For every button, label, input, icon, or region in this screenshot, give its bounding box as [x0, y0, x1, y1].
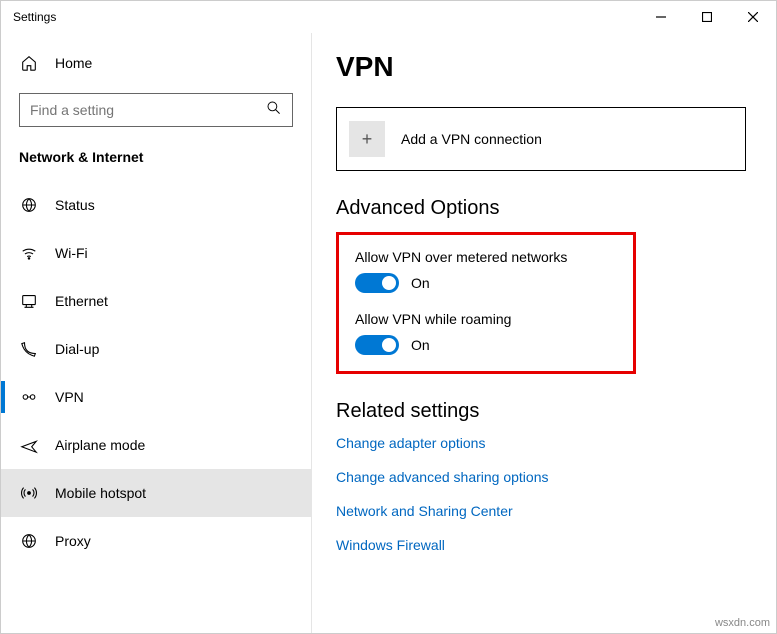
- link-windows-firewall[interactable]: Windows Firewall: [336, 537, 752, 553]
- home-icon: [19, 54, 39, 72]
- page-title: VPN: [336, 51, 752, 83]
- minimize-button[interactable]: [638, 1, 684, 33]
- roaming-toggle[interactable]: [355, 335, 399, 355]
- sidebar-item-proxy[interactable]: Proxy: [1, 517, 311, 565]
- sidebar-item-ethernet[interactable]: Ethernet: [1, 277, 311, 325]
- ethernet-icon: [19, 292, 39, 310]
- window-title: Settings: [13, 10, 638, 24]
- add-vpn-label: Add a VPN connection: [401, 131, 542, 147]
- related-settings-header: Related settings: [336, 400, 752, 423]
- maximize-button[interactable]: [684, 1, 730, 33]
- wifi-icon: [19, 244, 39, 262]
- sidebar-item-vpn[interactable]: VPN: [1, 373, 311, 421]
- sidebar: Home Network & Internet Status Wi-Fi Eth…: [1, 33, 311, 633]
- main-content: VPN + Add a VPN connection Advanced Opti…: [311, 33, 776, 633]
- sidebar-item-label: Airplane mode: [55, 437, 145, 453]
- watermark: wsxdn.com: [715, 617, 770, 629]
- vpn-icon: [19, 388, 39, 406]
- link-sharing-options[interactable]: Change advanced sharing options: [336, 469, 752, 485]
- sidebar-item-label: VPN: [55, 389, 84, 405]
- section-header: Network & Internet: [1, 141, 311, 181]
- sidebar-item-label: Ethernet: [55, 293, 108, 309]
- sidebar-item-label: Proxy: [55, 533, 91, 549]
- search-box[interactable]: [19, 93, 293, 127]
- search-input[interactable]: [30, 102, 266, 118]
- hotspot-icon: [19, 484, 39, 502]
- proxy-icon: [19, 532, 39, 550]
- sidebar-item-dialup[interactable]: Dial-up: [1, 325, 311, 373]
- advanced-options-highlight: Allow VPN over metered networks On Allow…: [336, 232, 636, 374]
- link-adapter-options[interactable]: Change adapter options: [336, 435, 752, 451]
- dialup-icon: [19, 340, 39, 358]
- metered-label: Allow VPN over metered networks: [355, 249, 617, 265]
- sidebar-item-hotspot[interactable]: Mobile hotspot: [1, 469, 311, 517]
- search-icon: [266, 100, 282, 121]
- sidebar-item-label: Wi-Fi: [55, 245, 88, 261]
- roaming-label: Allow VPN while roaming: [355, 311, 617, 327]
- home-link[interactable]: Home: [1, 43, 311, 83]
- titlebar: Settings: [1, 1, 776, 33]
- link-network-center[interactable]: Network and Sharing Center: [336, 503, 752, 519]
- plus-icon: +: [349, 121, 385, 157]
- sidebar-item-label: Dial-up: [55, 341, 99, 357]
- sidebar-item-airplane[interactable]: Airplane mode: [1, 421, 311, 469]
- advanced-options-header: Advanced Options: [336, 197, 752, 220]
- airplane-icon: [19, 436, 39, 454]
- add-vpn-button[interactable]: + Add a VPN connection: [336, 107, 746, 171]
- sidebar-item-status[interactable]: Status: [1, 181, 311, 229]
- metered-toggle[interactable]: [355, 273, 399, 293]
- sidebar-item-label: Mobile hotspot: [55, 485, 146, 501]
- sidebar-item-wifi[interactable]: Wi-Fi: [1, 229, 311, 277]
- sidebar-item-label: Status: [55, 197, 95, 213]
- close-button[interactable]: [730, 1, 776, 33]
- roaming-state: On: [411, 337, 430, 353]
- status-icon: [19, 196, 39, 214]
- metered-state: On: [411, 275, 430, 291]
- home-label: Home: [55, 55, 92, 71]
